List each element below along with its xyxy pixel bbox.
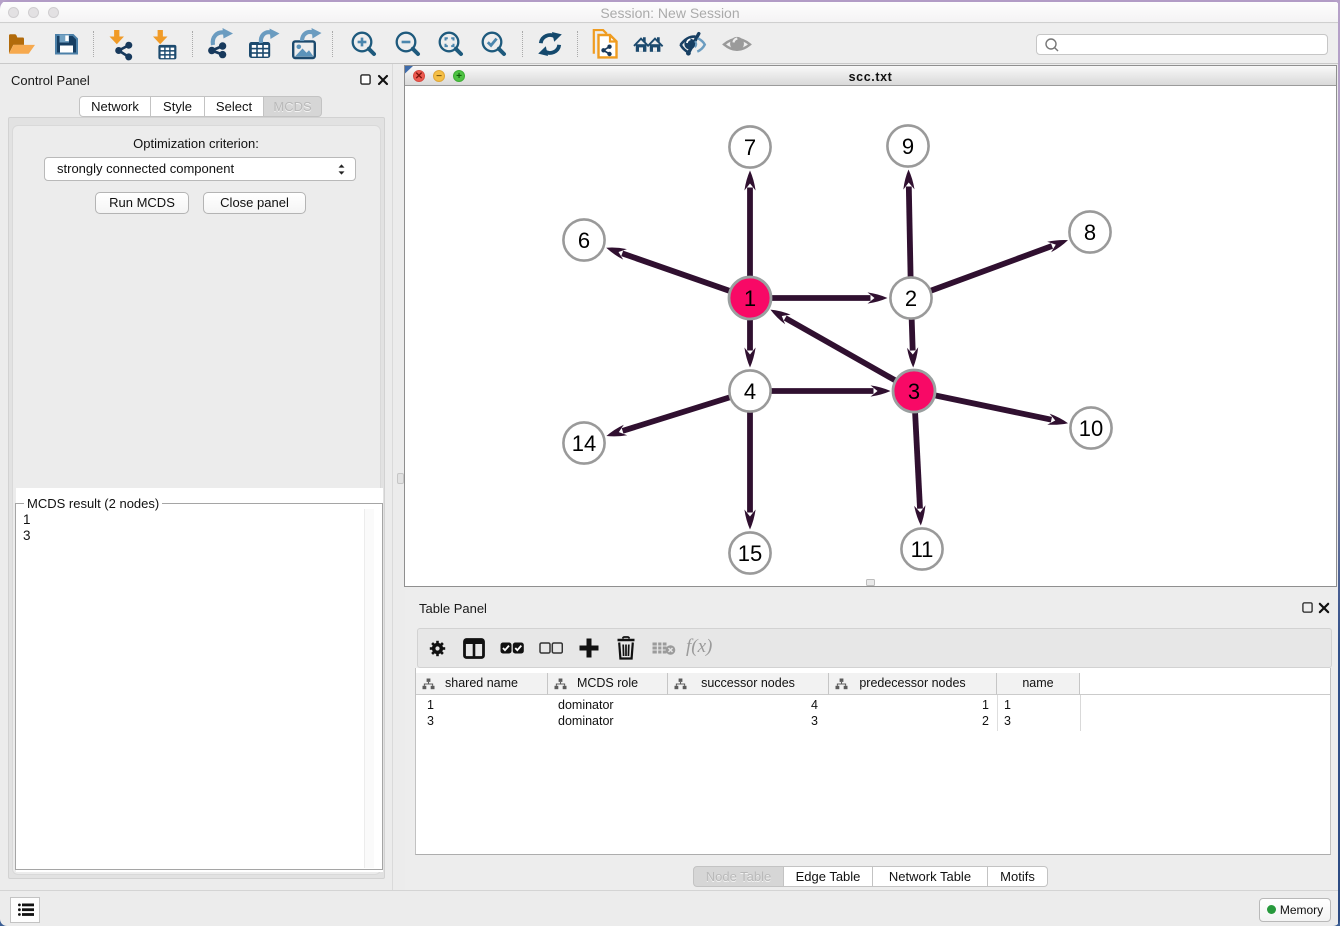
svg-text:7: 7 [744,135,756,160]
svg-text:14: 14 [572,431,596,456]
svg-text:10: 10 [1079,416,1103,441]
svg-text:2: 2 [905,286,917,311]
svg-text:11: 11 [911,537,934,562]
svg-text:8: 8 [1084,220,1096,245]
svg-text:9: 9 [902,134,914,159]
svg-text:3: 3 [908,379,920,404]
svg-text:4: 4 [744,379,756,404]
svg-text:1: 1 [744,286,756,311]
svg-text:6: 6 [578,228,590,253]
svg-text:15: 15 [738,541,762,566]
